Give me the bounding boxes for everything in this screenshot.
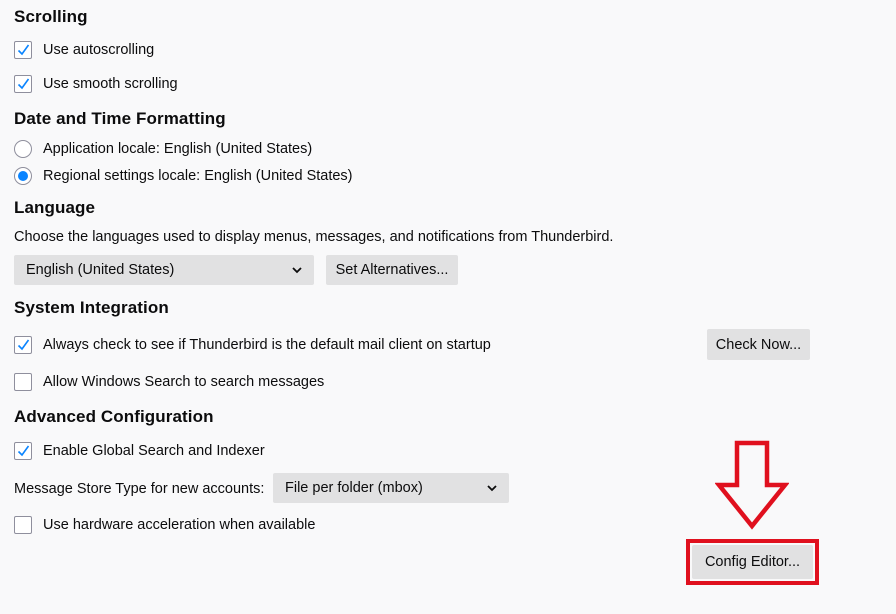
autoscroll-option[interactable]: Use autoscrolling [14,39,154,61]
store-type-select-value: File per folder (mbox) [285,480,423,496]
autoscroll-checkbox[interactable] [14,41,32,59]
global-search-checkbox[interactable] [14,442,32,460]
regional-locale-option[interactable]: Regional settings locale: English (Unite… [14,165,353,187]
config-editor-label: Config Editor... [704,554,801,570]
hardware-accel-checkbox[interactable] [14,516,32,534]
windows-search-option[interactable]: Allow Windows Search to search messages [14,371,324,393]
check-now-button[interactable]: Check Now... [707,329,810,360]
app-locale-label: Application locale: English (United Stat… [43,141,313,157]
system-integration-heading: System Integration [14,298,169,317]
hardware-accel-label: Use hardware acceleration when available [43,517,316,533]
advanced-config-heading: Advanced Configuration [14,407,214,426]
chevron-down-icon [487,485,497,492]
chevron-down-icon [292,267,302,274]
store-type-label: Message Store Type for new accounts: [14,481,265,497]
datetime-heading: Date and Time Formatting [14,109,226,128]
down-arrow-annotation-icon [715,440,789,530]
scrolling-heading: Scrolling [14,7,88,26]
default-client-check-option[interactable]: Always check to see if Thunderbird is th… [14,334,491,356]
checkmark-icon [17,445,30,457]
default-client-checkbox[interactable] [14,336,32,354]
smooth-scroll-checkbox[interactable] [14,75,32,93]
global-search-label: Enable Global Search and Indexer [43,443,265,459]
checkmark-icon [17,339,30,351]
checkmark-icon [17,44,30,56]
language-select[interactable]: English (United States) [14,255,314,285]
config-editor-button[interactable]: Config Editor... [692,545,813,579]
autoscroll-label: Use autoscrolling [43,42,155,58]
store-type-select[interactable]: File per folder (mbox) [273,473,509,503]
regional-locale-label: Regional settings locale: English (Unite… [43,168,353,184]
smooth-scroll-label: Use smooth scrolling [43,76,178,92]
global-search-option[interactable]: Enable Global Search and Indexer [14,440,265,462]
check-now-label: Check Now... [715,336,802,353]
app-locale-option[interactable]: Application locale: English (United Stat… [14,138,312,160]
smooth-scroll-option[interactable]: Use smooth scrolling [14,73,178,95]
regional-locale-radio[interactable] [14,167,32,185]
windows-search-label: Allow Windows Search to search messages [43,374,325,390]
default-client-label: Always check to see if Thunderbird is th… [43,337,491,353]
set-alternatives-button[interactable]: Set Alternatives... [326,255,458,285]
language-heading: Language [14,198,96,217]
language-select-value: English (United States) [26,262,175,278]
windows-search-checkbox[interactable] [14,373,32,391]
radio-selected-dot [18,171,28,181]
app-locale-radio[interactable] [14,140,32,158]
checkmark-icon [17,78,30,90]
language-description: Choose the languages used to display men… [14,229,614,245]
set-alternatives-label: Set Alternatives... [335,262,449,278]
hardware-accel-option[interactable]: Use hardware acceleration when available [14,514,315,536]
